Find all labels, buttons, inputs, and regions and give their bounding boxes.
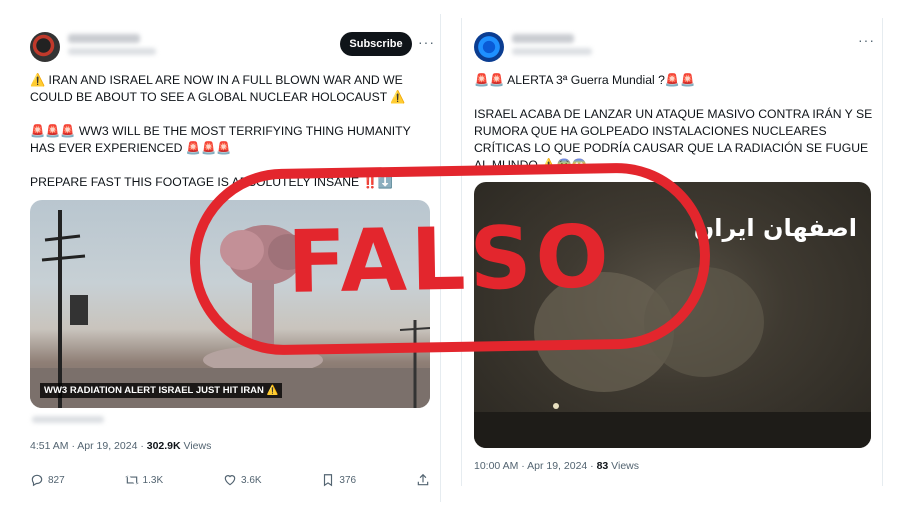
right-views-count: 83 bbox=[596, 460, 609, 472]
left-timestamp[interactable]: 4:51 AM · Apr 19, 2024 · bbox=[30, 440, 147, 452]
falso-stamp-label: FALSO bbox=[286, 207, 614, 313]
video-location-overlay: اصفهان ایران bbox=[693, 214, 857, 242]
left-action-bar: 827 1.3K 3.6K 376 bbox=[30, 473, 430, 487]
like-count: 3.6K bbox=[240, 474, 262, 486]
right-timestamp-views: 10:00 AM · Apr 19, 2024 · 83 Views bbox=[474, 460, 639, 472]
left-views-label: Views bbox=[180, 440, 212, 452]
left-source-blurred bbox=[32, 416, 104, 423]
right-views-label: Views bbox=[608, 460, 640, 472]
right-post-paragraph-1: 🚨🚨 ALERTA 3ª Guerra Mundial ?🚨🚨 bbox=[474, 73, 696, 87]
repost-count: 1.3K bbox=[142, 474, 164, 486]
right-timestamp[interactable]: 10:00 AM · Apr 19, 2024 · bbox=[474, 460, 597, 472]
right-avatar[interactable] bbox=[474, 32, 504, 62]
bookmark-count: 376 bbox=[339, 474, 357, 486]
more-dots-icon[interactable]: ··· bbox=[858, 32, 875, 48]
repost-icon bbox=[124, 475, 139, 485]
bookmark-button[interactable]: 376 bbox=[321, 473, 356, 487]
left-post-paragraph-1: ⚠️ IRAN AND ISRAEL ARE NOW IN A FULL BLO… bbox=[30, 73, 406, 104]
subscribe-button[interactable]: Subscribe bbox=[340, 32, 412, 56]
reply-button[interactable]: 827 bbox=[30, 473, 65, 487]
falso-stamp: FALSO bbox=[188, 161, 712, 357]
left-timestamp-views: 4:51 AM · Apr 19, 2024 · 302.9K Views bbox=[30, 440, 211, 452]
reply-icon bbox=[31, 474, 43, 487]
right-handle-blurred bbox=[512, 48, 592, 55]
reply-count: 827 bbox=[48, 474, 65, 486]
left-views-count: 302.9K bbox=[146, 440, 181, 452]
like-button[interactable]: 3.6K bbox=[223, 473, 262, 487]
share-button[interactable] bbox=[416, 473, 430, 487]
left-post-paragraph-2: 🚨🚨🚨 WW3 WILL BE THE MOST TERRIFYING THIN… bbox=[30, 124, 411, 155]
heart-icon bbox=[224, 475, 236, 486]
more-dots-icon[interactable]: ··· bbox=[418, 34, 435, 50]
share-icon bbox=[417, 473, 429, 486]
bookmark-icon bbox=[324, 474, 333, 487]
right-display-name-blurred bbox=[512, 34, 574, 43]
left-media-caption: WW3 RADIATION ALERT ISRAEL JUST HIT IRAN… bbox=[40, 383, 283, 398]
left-avatar[interactable] bbox=[30, 32, 60, 62]
left-display-name-blurred bbox=[68, 34, 140, 43]
repost-button[interactable]: 1.3K bbox=[124, 473, 164, 487]
left-handle-blurred bbox=[68, 48, 156, 55]
